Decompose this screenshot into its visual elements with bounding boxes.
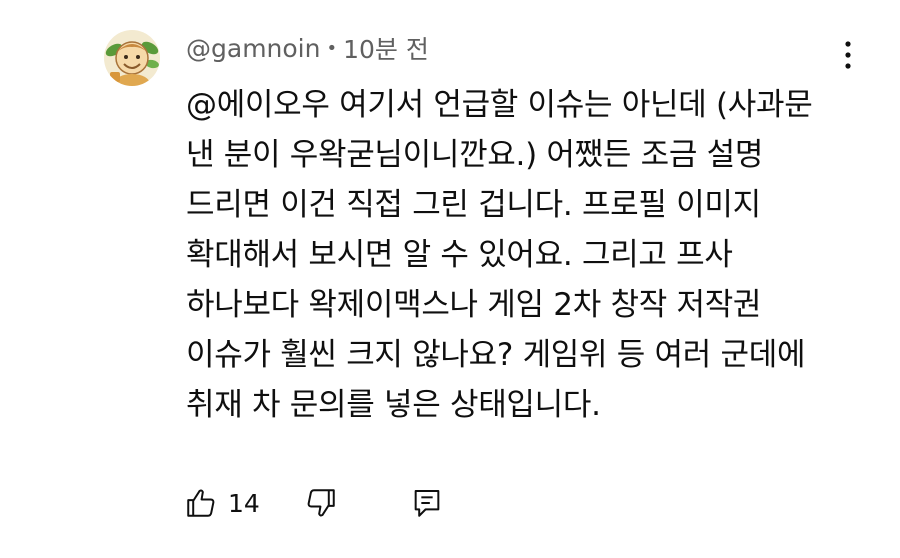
comment-line: 이슈가 훨씬 크지 않나요? 게임위 등 여러 군데에: [186, 337, 806, 373]
author-name[interactable]: @gamnoin: [186, 34, 320, 63]
comment-line: 확대해서 보시면 알 수 있어요. 그리고 프사: [186, 237, 733, 273]
comment-line: 하나보다 왁제이맥스나 게임 2차 창작 저작권: [186, 287, 762, 323]
comment-line: 취재 차 문의를 넣은 상태입니다.: [186, 387, 601, 423]
like-count: 14: [228, 488, 260, 518]
reply-comment-icon: [414, 489, 440, 517]
timestamp[interactable]: 10분 전: [343, 30, 429, 66]
more-vert-icon: [845, 41, 851, 69]
avatar[interactable]: [104, 30, 160, 86]
comment-actions: 14: [184, 483, 444, 523]
comment-header: @gamnoin • 10분 전: [186, 30, 429, 66]
dislike-button[interactable]: [304, 486, 338, 520]
comment-text: @에이오우 여기서 언급할 이슈는 아닌데 (사과문 낸 분이 우왁굳님이니깐요…: [186, 80, 846, 430]
more-options-button[interactable]: [830, 38, 866, 72]
comment-line: @에이오우 여기서 언급할 이슈는 아닌데 (사과문: [186, 87, 813, 123]
like-button[interactable]: [184, 486, 218, 520]
comment-line: 낸 분이 우왁굳님이니깐요.) 어쨌든 조금 설명: [186, 137, 764, 173]
thumb-up-icon: [187, 489, 215, 517]
reply-button[interactable]: [410, 486, 444, 520]
avatar-image: [104, 30, 160, 86]
comment-line: 드리면 이건 직접 그린 겁니다. 프로필 이미지: [186, 187, 761, 223]
thumb-down-icon: [307, 489, 335, 517]
separator-dot: •: [326, 37, 338, 59]
